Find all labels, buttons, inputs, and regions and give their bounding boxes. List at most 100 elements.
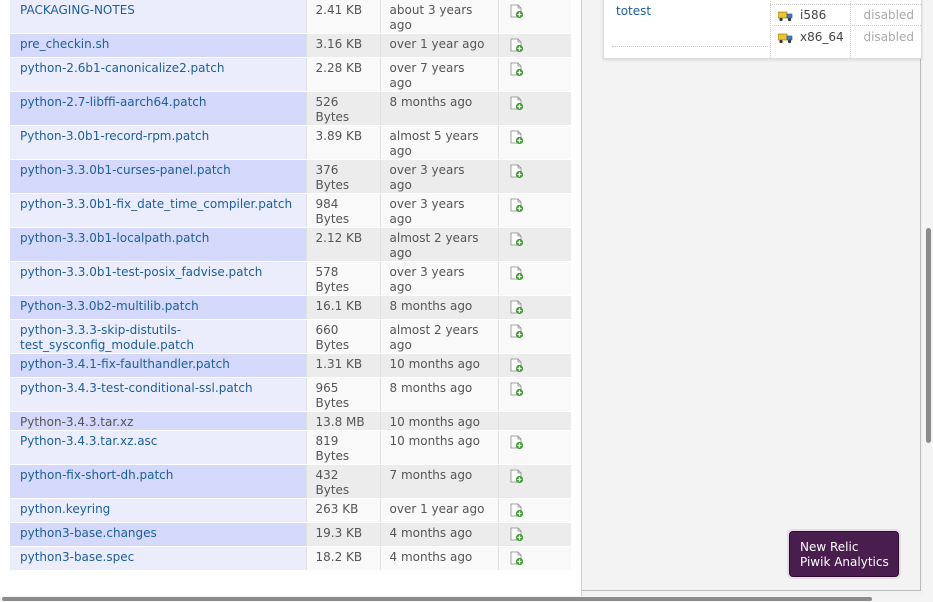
file-modified: almost 2 years ago xyxy=(380,227,499,262)
file-row: python-fix-short-dh.patch 432 Bytes 7 mont… xyxy=(10,464,571,499)
file-modified: about 3 years ago xyxy=(380,0,499,34)
file-link[interactable]: python-3.3.0b1-localpath.patch xyxy=(20,231,209,245)
file-modified: 7 months ago xyxy=(380,464,499,499)
arch-row-x86_64[interactable]: x86_64 disabled xyxy=(774,29,918,47)
file-link[interactable]: pre_checkin.sh xyxy=(20,37,109,51)
file-row: python.keyring 263 KB over 1 year ago xyxy=(10,498,571,523)
file-name-cell: python-fix-short-dh.patch xyxy=(10,464,307,499)
file-link[interactable]: python-3.3.0b1-fix_date_time_compiler.pa… xyxy=(20,197,292,211)
file-modified: over 1 year ago xyxy=(380,498,499,523)
file-action-cell xyxy=(498,0,571,34)
file-modified: 10 months ago xyxy=(380,353,499,378)
add-file-icon[interactable] xyxy=(509,435,524,450)
divider xyxy=(770,0,771,58)
truck-icon xyxy=(778,11,793,22)
file-action-cell xyxy=(498,522,571,547)
file-name-cell: Python-3.4.3.tar.xz.asc xyxy=(10,430,307,465)
file-size: 18.2 KB xyxy=(306,546,381,571)
file-modified: over 1 year ago xyxy=(380,33,499,58)
file-modified: 8 months ago xyxy=(380,377,499,412)
file-link[interactable]: python-2.7-libffi-aarch64.patch xyxy=(20,95,206,109)
file-link[interactable]: Python-3.3.0b2-multilib.patch xyxy=(20,299,199,313)
file-link[interactable]: Python-3.0b1-record-rpm.patch xyxy=(20,129,209,143)
file-link[interactable]: python-2.6b1-canonicalize2.patch xyxy=(20,61,224,75)
file-modified: 10 months ago xyxy=(380,430,499,465)
arch-status: disabled xyxy=(863,8,914,22)
file-modified: 4 months ago xyxy=(380,522,499,547)
add-file-icon[interactable] xyxy=(509,382,524,397)
add-file-icon[interactable] xyxy=(509,96,524,111)
file-action-cell xyxy=(498,411,571,431)
add-file-icon[interactable] xyxy=(509,300,524,315)
vertical-scrollbar[interactable] xyxy=(923,0,933,602)
divider xyxy=(770,25,921,26)
file-size: 2.28 KB xyxy=(306,57,381,92)
file-action-cell xyxy=(498,227,571,262)
horizontal-scrollbar[interactable] xyxy=(0,596,923,602)
add-file-icon[interactable] xyxy=(509,130,524,145)
file-size: 984 Bytes xyxy=(306,193,381,228)
file-name-cell: python.keyring xyxy=(10,498,307,523)
add-file-icon[interactable] xyxy=(509,358,524,373)
file-name-cell: PACKAGING-NOTES xyxy=(10,0,307,34)
file-row: Python-3.0b1-record-rpm.patch 3.89 KB almo… xyxy=(10,125,571,160)
badge-line-newrelic: New Relic xyxy=(800,540,859,554)
file-row: python-3.3.0b1-localpath.patch 2.12 KB alm… xyxy=(10,227,571,262)
add-file-icon[interactable] xyxy=(509,266,524,281)
add-file-icon[interactable] xyxy=(509,324,524,339)
file-name-cell: python-2.7-libffi-aarch64.patch xyxy=(10,91,307,126)
file-size: 2.12 KB xyxy=(306,227,381,262)
file-size: 1.31 KB xyxy=(306,353,381,378)
file-modified: over 3 years ago xyxy=(380,193,499,228)
arch-row-i586[interactable]: i586 disabled xyxy=(774,7,918,25)
file-size: 3.16 KB xyxy=(306,33,381,58)
file-name-cell: Python-3.0b1-record-rpm.patch xyxy=(10,125,307,160)
file-link[interactable]: python-3.3.0b1-test-posix_fadvise.patch xyxy=(20,265,262,279)
file-link[interactable]: python-3.4.3-test-conditional-ssl.patch xyxy=(20,381,253,395)
add-file-icon[interactable] xyxy=(509,164,524,179)
file-row: python-3.3.3-skip-distutils-test_sysconf… xyxy=(10,319,571,354)
file-link[interactable]: python3-base.changes xyxy=(20,526,157,540)
file-name-cell: python3-base.spec xyxy=(10,546,307,571)
analytics-badge[interactable]: New Relic Piwik Analytics xyxy=(789,531,899,577)
file-action-cell xyxy=(498,91,571,126)
repository-box: totest i586 disabled x86_64 disabled xyxy=(603,0,922,59)
file-row: python-3.4.1-fix-faulthandler.patch 1.31 … xyxy=(10,353,571,378)
file-link[interactable]: python-3.4.1-fix-faulthandler.patch xyxy=(20,357,230,371)
file-link[interactable]: python-3.3.3-skip-distutils-test_sysconf… xyxy=(20,323,194,352)
add-file-icon[interactable] xyxy=(509,551,524,566)
file-link[interactable]: python.keyring xyxy=(20,502,110,516)
file-size: 3.89 KB xyxy=(306,125,381,160)
file-link[interactable]: python3-base.spec xyxy=(20,550,134,564)
repository-link[interactable]: totest xyxy=(616,4,651,18)
add-file-icon[interactable] xyxy=(509,232,524,247)
file-action-cell xyxy=(498,125,571,160)
file-action-cell xyxy=(498,261,571,296)
file-size: 965 Bytes xyxy=(306,377,381,412)
file-name-cell: python-3.3.0b1-test-posix_fadvise.patch xyxy=(10,261,307,296)
file-link[interactable]: Python-3.4.3.tar.xz.asc xyxy=(20,434,157,448)
add-file-icon[interactable] xyxy=(509,527,524,542)
file-link[interactable]: python-3.3.0b1-curses-panel.patch xyxy=(20,163,231,177)
arch-name: i586 xyxy=(800,8,827,22)
file-row: python-2.6b1-canonicalize2.patch 2.28 KB o… xyxy=(10,57,571,92)
add-file-icon[interactable] xyxy=(509,4,524,19)
file-name-cell: python-3.3.3-skip-distutils-test_sysconf… xyxy=(10,319,307,354)
file-modified: almost 5 years ago xyxy=(380,125,499,160)
file-name-cell: python3-base.changes xyxy=(10,522,307,547)
add-file-icon[interactable] xyxy=(509,503,524,518)
horizontal-scrollbar-thumb[interactable] xyxy=(2,597,872,601)
add-file-icon[interactable] xyxy=(509,62,524,77)
file-link[interactable]: PACKAGING-NOTES xyxy=(20,3,135,17)
vertical-scrollbar-thumb[interactable] xyxy=(926,228,931,443)
add-file-icon[interactable] xyxy=(509,38,524,53)
file-action-cell xyxy=(498,57,571,92)
add-file-icon[interactable] xyxy=(509,198,524,213)
file-size: 13.8 MB xyxy=(306,411,381,431)
file-link[interactable]: python-fix-short-dh.patch xyxy=(20,468,173,482)
file-row: Python-3.4.3.tar.xz 13.8 MB 10 months ago xyxy=(10,411,571,431)
add-file-icon[interactable] xyxy=(509,469,524,484)
file-action-cell xyxy=(498,295,571,320)
file-name-cell: python-3.4.1-fix-faulthandler.patch xyxy=(10,353,307,378)
file-row: python3-base.changes 19.3 KB 4 months ago xyxy=(10,522,571,547)
